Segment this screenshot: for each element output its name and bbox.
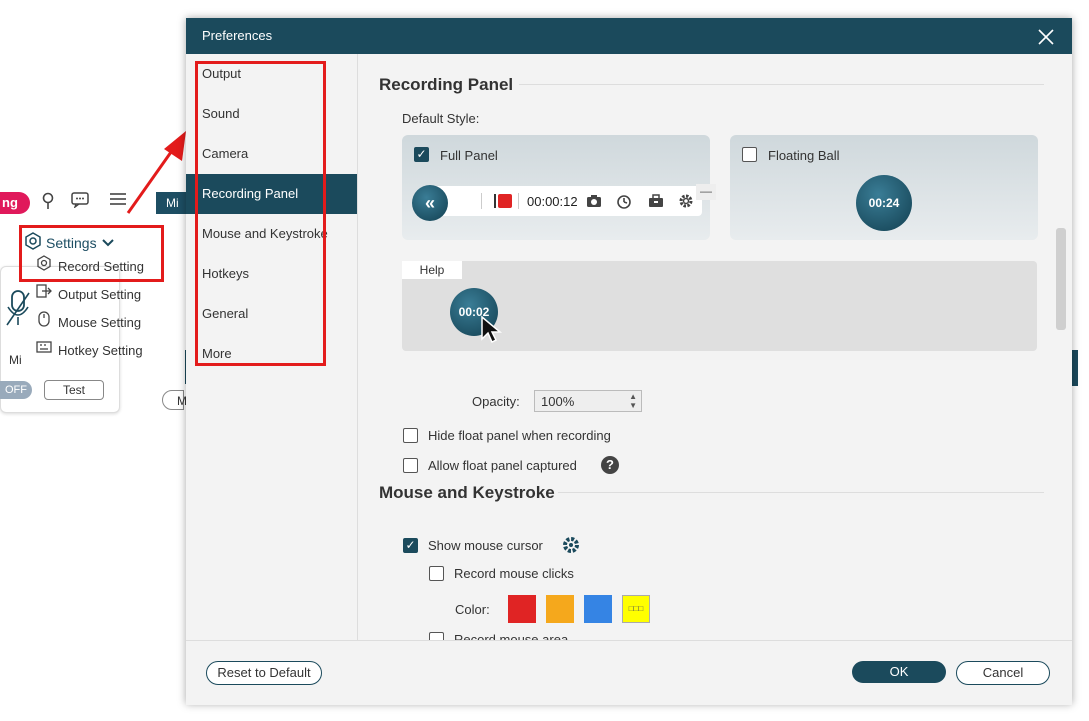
menu-item-hotkey-setting[interactable]: Hotkey Setting	[24, 337, 164, 365]
mouse-keystroke-heading: Mouse and Keystroke	[379, 483, 555, 502]
default-style-label: Default Style:	[402, 111, 480, 126]
chat-icon[interactable]	[70, 192, 90, 212]
panel-time: 00:00:12	[527, 194, 578, 209]
recording-panel-heading: Recording Panel	[379, 75, 514, 94]
cursor-settings-gear-icon[interactable]	[562, 536, 580, 557]
record-clicks-checkbox[interactable]	[429, 566, 444, 581]
dialog-footer: Reset to Default OK Cancel	[186, 640, 1072, 705]
full-panel-card[interactable]: ✓ Full Panel 00:00:12 — «	[402, 135, 716, 240]
menu-item-output-setting[interactable]: Output Setting	[24, 281, 164, 309]
opacity-value: 100%	[541, 394, 575, 409]
help-question-icon[interactable]: ?	[601, 456, 619, 474]
close-icon[interactable]	[1038, 24, 1054, 49]
color-swatch-red[interactable]	[508, 595, 536, 623]
full-panel-checkbox[interactable]: ✓	[414, 147, 429, 162]
camera-icon	[586, 193, 602, 212]
menu-item-label: Mouse Setting	[58, 315, 142, 330]
allow-captured-label: Allow float panel captured	[428, 458, 577, 473]
color-swatch-yellow[interactable]: □□□	[622, 595, 650, 623]
collapse-icon: «	[412, 185, 448, 221]
color-swatch-blue[interactable]	[584, 595, 612, 623]
spin-arrows-icon[interactable]: ▲ ▼	[629, 392, 637, 410]
menu-item-label: Hotkey Setting	[58, 343, 143, 358]
full-panel-preview-bar: 00:00:12 —	[422, 184, 716, 216]
color-swatch-orange[interactable]	[546, 595, 574, 623]
help-preview-area: Help 00:02	[402, 261, 1037, 351]
record-clicks-label: Record mouse clicks	[454, 566, 574, 581]
record-area-checkbox[interactable]	[429, 632, 444, 640]
preferences-content: Recording Panel Default Style: ✓ Full Pa…	[358, 54, 1058, 640]
opacity-spinbox[interactable]: 100% ▲ ▼	[534, 390, 642, 412]
highlight-box-settings	[19, 225, 164, 282]
section-divider	[558, 492, 1044, 493]
test-button[interactable]: Test	[44, 380, 104, 400]
floating-ball-checkbox[interactable]	[742, 147, 757, 162]
section-divider	[519, 84, 1044, 85]
gear-icon	[678, 193, 694, 212]
mic-toggle[interactable]: OFF	[0, 381, 32, 399]
hide-float-label: Hide float panel when recording	[428, 428, 611, 443]
mic-label: Mi	[9, 353, 22, 367]
minimize-icon: —	[696, 184, 716, 200]
opacity-label: Opacity:	[472, 394, 520, 409]
record-badge[interactable]: ng	[0, 192, 30, 214]
menu-item-label: Output Setting	[58, 287, 142, 302]
cursor-icon	[478, 315, 504, 348]
bar-divider	[481, 193, 482, 209]
pin-icon[interactable]	[38, 192, 58, 212]
help-tab[interactable]: Help	[402, 261, 462, 279]
color-label: Color:	[455, 602, 490, 617]
toolbox-icon	[648, 193, 664, 212]
mouse-setting-icon	[36, 309, 52, 337]
dialog-title: Preferences	[202, 28, 273, 43]
floating-ball-card[interactable]: Floating Ball 00:24	[730, 135, 1038, 240]
show-cursor-checkbox[interactable]: ✓	[403, 538, 418, 553]
bar-divider	[518, 193, 519, 209]
output-setting-icon	[36, 281, 52, 309]
dialog-titlebar: Preferences	[186, 18, 1072, 54]
floating-ball-label: Floating Ball	[768, 148, 840, 163]
content-scrollbar[interactable]	[1056, 228, 1066, 330]
allow-captured-checkbox[interactable]	[403, 458, 418, 473]
floating-ball-preview: 00:24	[856, 175, 912, 231]
full-panel-label: Full Panel	[440, 148, 498, 163]
hide-float-checkbox[interactable]	[403, 428, 418, 443]
record-area-label: Record mouse area	[454, 632, 569, 640]
highlight-box-nav	[195, 61, 326, 366]
cancel-button[interactable]: Cancel	[956, 661, 1050, 685]
menu-item-mouse-setting[interactable]: Mouse Setting	[24, 309, 164, 337]
hotkey-setting-icon	[36, 337, 52, 365]
preferences-dialog: Preferences Output Sound Camera Recordin…	[186, 18, 1072, 705]
m-button[interactable]: M	[162, 390, 187, 410]
show-cursor-label: Show mouse cursor	[428, 538, 543, 553]
reset-default-button[interactable]: Reset to Default	[206, 661, 322, 685]
timer-icon	[616, 193, 632, 212]
ok-button[interactable]: OK	[852, 661, 946, 683]
stop-icon	[498, 194, 512, 208]
